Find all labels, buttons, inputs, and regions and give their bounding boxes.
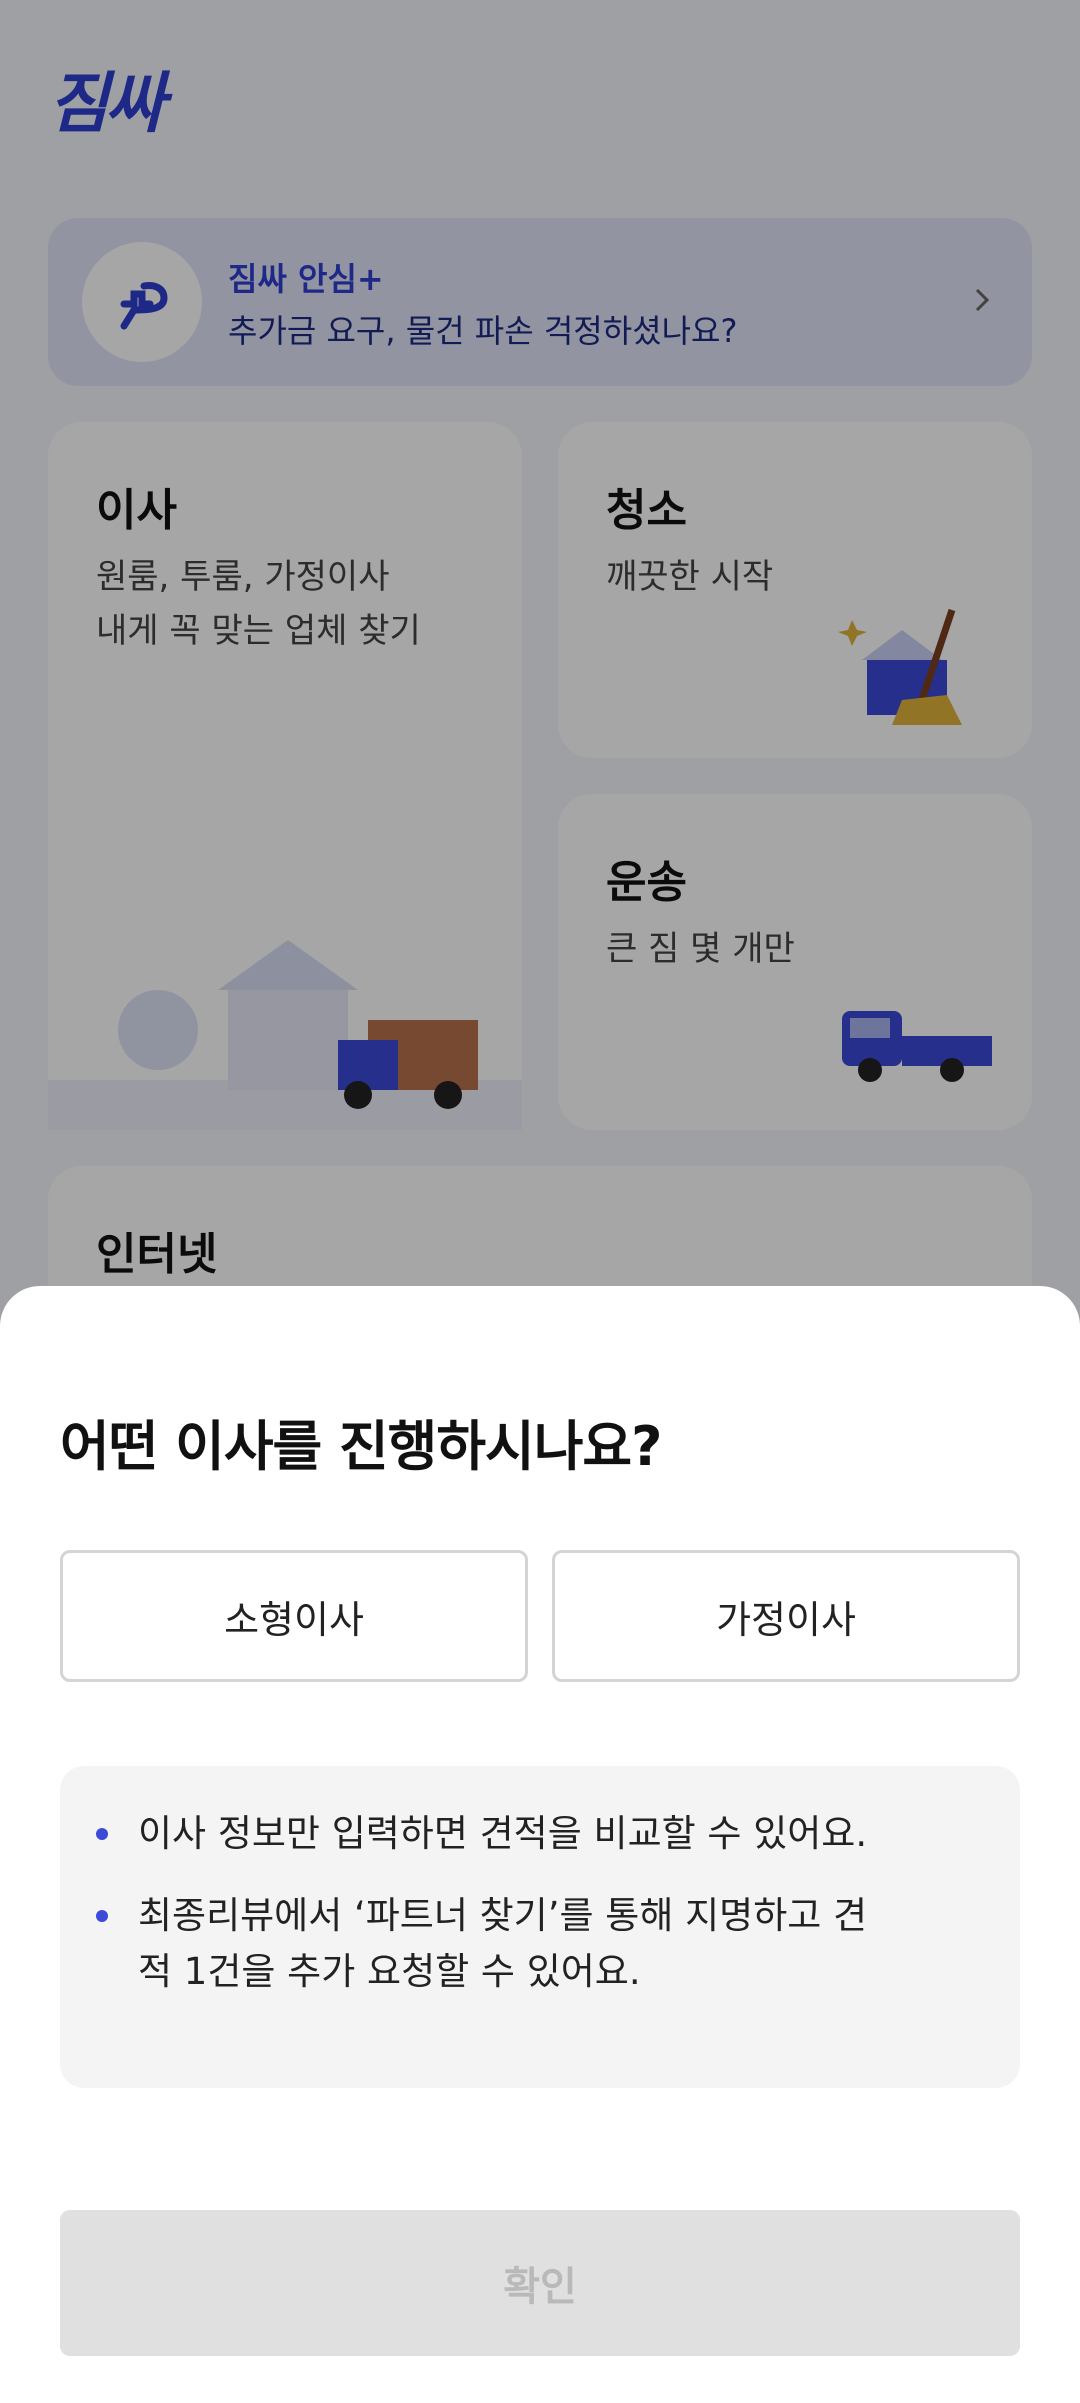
bullet-dot-icon — [96, 1910, 108, 1922]
info-item: 이사 정보만 입력하면 견적을 비교할 수 있어요. — [96, 1806, 998, 1862]
info-text: 최종리뷰에서 ‘파트너 찾기’를 통해 지명하고 견적 1건을 추가 요청할 수… — [138, 1894, 868, 1993]
sheet-title: 어떤 이사를 진행하시나요? — [60, 1415, 662, 1478]
small-moving-button[interactable]: 소형이사 — [60, 1550, 528, 1682]
family-moving-button[interactable]: 가정이사 — [552, 1550, 1020, 1682]
info-text: 이사 정보만 입력하면 견적을 비교할 수 있어요. — [138, 1812, 868, 1855]
info-item: 최종리뷰에서 ‘파트너 찾기’를 통해 지명하고 견적 1건을 추가 요청할 수… — [96, 1888, 898, 2000]
bullet-dot-icon — [96, 1828, 108, 1840]
confirm-button[interactable]: 확인 — [60, 2210, 1020, 2356]
moving-type-bottom-sheet: 어떤 이사를 진행하시나요? 소형이사 가정이사 이사 정보만 입력하면 견적을… — [0, 1286, 1080, 2403]
info-box: 이사 정보만 입력하면 견적을 비교할 수 있어요. 최종리뷰에서 ‘파트너 찾… — [60, 1766, 1020, 2088]
